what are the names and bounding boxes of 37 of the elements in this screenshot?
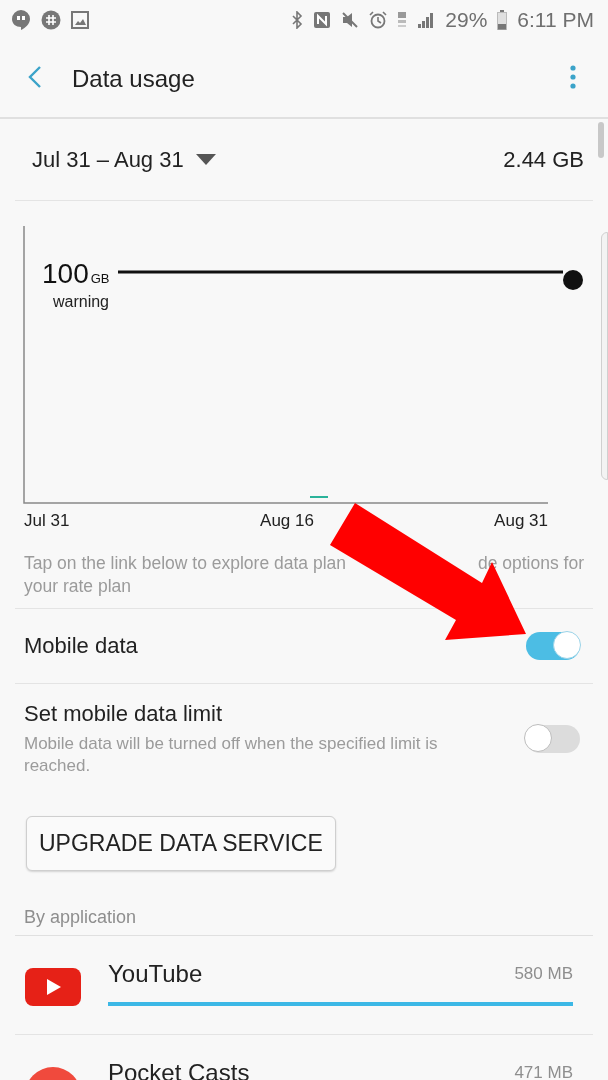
- setting-title: Set mobile data limit: [24, 701, 224, 727]
- battery-percentage: 29%: [445, 8, 488, 32]
- toggle-switch[interactable]: [526, 632, 580, 660]
- screen-title: Data usage: [72, 64, 196, 93]
- scroll-bar: [598, 122, 604, 158]
- setting-summary: Mobile data will be turned off when the specified limit is reached.: [24, 733, 439, 777]
- bluetooth-icon: [291, 11, 304, 29]
- axis-label: Jul 31: [24, 511, 70, 530]
- more-icon: [570, 65, 576, 89]
- section-header: By application: [15, 907, 593, 936]
- network-type-icon: [397, 11, 408, 29]
- signal-icon: [417, 11, 436, 29]
- total-usage: 2.44 GB: [503, 146, 584, 173]
- info-text: Tap on the link below to explore data plan: [24, 552, 347, 575]
- nfc-icon: [313, 11, 332, 29]
- setting-title: Mobile data: [24, 633, 139, 659]
- warning-label: warning: [53, 293, 109, 310]
- app-usage: 580 MB: [514, 964, 573, 984]
- app-name: YouTube: [108, 960, 203, 988]
- warning-value: 100 GB: [42, 258, 110, 289]
- chat-bubble-icon: [11, 9, 31, 31]
- clock: 6:11 PM: [517, 8, 594, 32]
- app-usage: 471 MB: [514, 1063, 573, 1080]
- axis-label: Aug 16: [260, 511, 314, 530]
- image-icon: [71, 11, 89, 29]
- axis-label: Aug 31: [494, 511, 548, 530]
- warning-line[interactable]: [118, 270, 583, 290]
- battery-icon: [497, 10, 508, 30]
- caret-down-icon: [195, 154, 216, 165]
- usage-line: [309, 496, 329, 498]
- mute-icon: [341, 11, 360, 29]
- hash-icon: [41, 10, 61, 30]
- back-icon: [28, 65, 42, 89]
- info-text: your rate plan: [24, 575, 131, 598]
- alarm-icon: [369, 11, 388, 29]
- date-range-dropdown[interactable]: Jul 31 – Aug 31: [32, 146, 216, 173]
- edge-panel-handle[interactable]: [601, 232, 608, 480]
